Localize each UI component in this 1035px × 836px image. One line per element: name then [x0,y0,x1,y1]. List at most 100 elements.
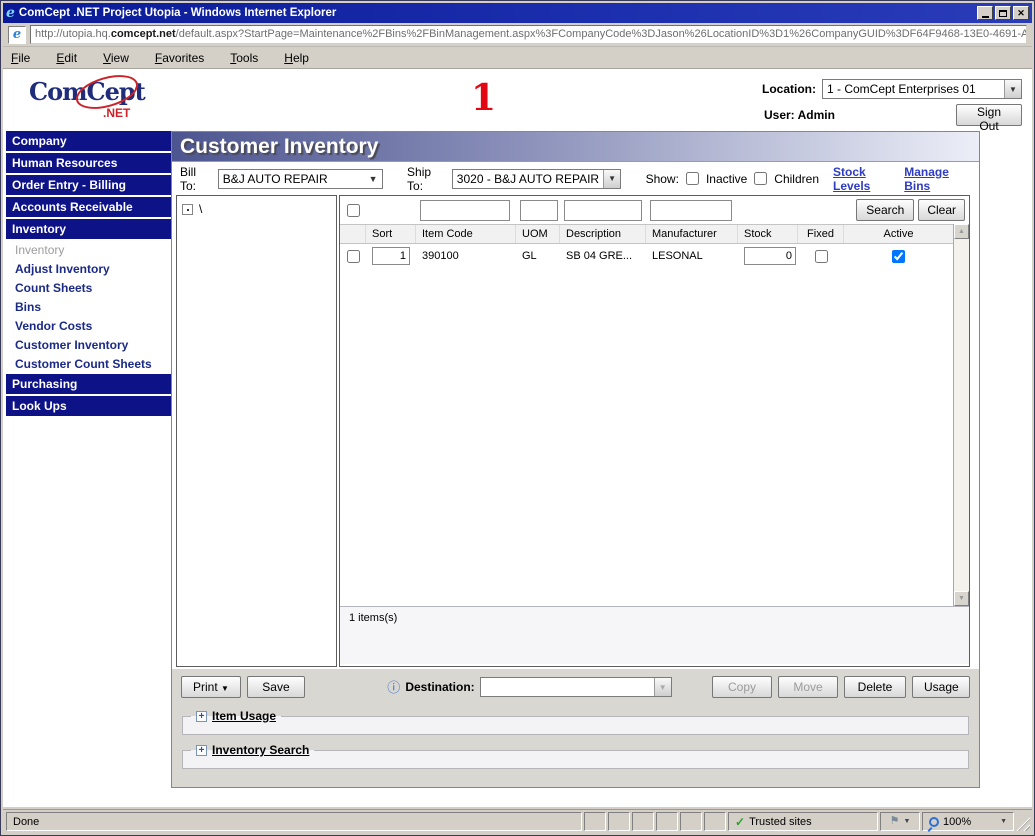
sidebar-item-look-ups[interactable]: Look Ups [6,396,171,416]
children-label: Children [774,172,819,186]
zone-flag-icon: ⚑ [890,816,900,827]
inventory-search-label[interactable]: Inventory Search [212,743,309,757]
description-search-input[interactable] [564,200,642,221]
status-text-panel: Done [6,812,582,831]
sidebar-item-accounts-receivable[interactable]: Accounts Receivable [6,197,171,217]
protected-mode-control[interactable]: ⚑ ▼ [880,812,920,831]
destination-group: ⓘ Destination: ▼ [387,677,671,697]
chevron-down-icon: ▼ [365,170,382,188]
scroll-down-icon[interactable]: ▼ [954,591,969,606]
minimize-button[interactable] [977,6,993,20]
clear-button[interactable]: Clear [918,199,965,221]
manage-bins-link[interactable]: Manage Bins [904,165,969,193]
print-button[interactable]: Print ▼ [181,676,241,698]
page-favicon: e [8,26,26,44]
zoom-control[interactable]: 100% ▼ [922,812,1014,831]
usage-button[interactable]: Usage [912,676,970,698]
ship-to-label: Ship To: [407,165,445,193]
column-stock: Stock [738,225,798,243]
children-checkbox[interactable] [754,172,767,185]
trusted-sites-label: Trusted sites [749,816,812,828]
info-icon: ⓘ [387,681,400,694]
menu-tools[interactable]: Tools [230,51,258,65]
sidebar-item-customer-inventory[interactable]: Customer Inventory [6,336,171,355]
item-usage-section: + Item Usage [182,709,969,735]
print-dropdown-icon: ▼ [221,684,229,693]
resize-grip[interactable] [1016,817,1030,831]
url-input[interactable]: http://utopia.hq.comcept.net/default.asp… [30,25,1027,44]
stock-levels-link[interactable]: Stock Levels [833,165,897,193]
table-row[interactable]: 390100 GL SB 04 GRE... LESONAL [340,244,953,268]
inventory-search-section: + Inventory Search [182,743,969,769]
page-content: ComCept .NET 1 Location: 1 - ComCept Ent… [3,69,1032,807]
manufacturer-search-input[interactable] [650,200,732,221]
menu-edit[interactable]: Edit [56,51,77,65]
delete-button[interactable]: Delete [844,676,906,698]
save-button[interactable]: Save [247,676,305,698]
menu-favorites[interactable]: Favorites [155,51,204,65]
inactive-checkbox[interactable] [686,172,699,185]
chevron-down-icon: ▼ [603,170,620,188]
item-usage-label[interactable]: Item Usage [212,709,276,723]
select-all-checkbox[interactable] [347,204,360,217]
chevron-down-icon: ▼ [1004,80,1021,98]
item-code-search-input[interactable] [420,200,510,221]
active-checkbox[interactable] [892,250,905,263]
uom-cell: GL [516,250,560,262]
location-label: Location: [762,82,816,96]
sidebar-item-customer-count-sheets[interactable]: Customer Count Sheets [6,355,171,374]
chevron-down-icon: ▼ [903,818,910,825]
sidebar-item-order-entry-billing[interactable]: Order Entry - Billing [6,175,171,195]
url-domain: comcept.net [111,28,176,40]
vertical-scrollbar[interactable]: ▲ ▼ [953,224,969,606]
expand-plus-icon[interactable]: + [196,745,207,756]
bin-tree-panel: \ [176,195,337,667]
menu-help[interactable]: Help [284,51,309,65]
sidebar-item-company[interactable]: Company [6,131,171,151]
bill-to-select[interactable]: B&J AUTO REPAIR ▼ [218,169,383,189]
status-segment [608,812,630,831]
status-segment [584,812,606,831]
destination-label: Destination: [405,680,474,694]
close-button[interactable]: ✕ [1013,6,1029,20]
action-row: Print ▼ Save ⓘ Destination: ▼ Copy Move [172,669,979,705]
sidebar-item-human-resources[interactable]: Human Resources [6,153,171,173]
menu-view[interactable]: View [103,51,129,65]
fixed-checkbox[interactable] [815,250,828,263]
sidebar-item-adjust-inventory[interactable]: Adjust Inventory [6,260,171,279]
expand-plus-icon[interactable]: + [196,711,207,722]
sidebar-item-vendor-costs[interactable]: Vendor Costs [6,317,171,336]
sort-input[interactable] [372,247,410,265]
column-active: Active [844,225,953,243]
sidebar-item-purchasing[interactable]: Purchasing [6,374,171,394]
grid-empty-body [340,268,969,606]
row-select-checkbox[interactable] [347,250,360,263]
chevron-down-icon: ▼ [654,678,671,696]
tree-root-node[interactable]: \ [182,202,331,216]
maximize-button[interactable] [995,6,1011,20]
scroll-up-icon[interactable]: ▲ [954,224,969,239]
status-segment [632,812,654,831]
stock-input[interactable] [744,247,796,265]
sidebar-item-bins[interactable]: Bins [6,298,171,317]
sidebar-item-count-sheets[interactable]: Count Sheets [6,279,171,298]
sign-out-button[interactable]: Sign Out [956,104,1022,126]
uom-search-input[interactable] [520,200,558,221]
bill-to-label: Bill To: [180,165,211,193]
tree-expand-icon[interactable] [182,204,193,215]
destination-select[interactable]: ▼ [480,677,672,697]
sidebar-item-inventory[interactable]: Inventory [6,219,171,239]
search-button[interactable]: Search [856,199,914,221]
sidebar-nav: Company Human Resources Order Entry - Bi… [6,131,171,418]
url-path: /default.aspx?StartPage=Maintenance%2FBi… [176,28,1027,40]
user-value: Admin [798,108,835,122]
zoom-level: 100% [943,816,971,828]
logo-net-text: .NET [103,106,130,120]
chevron-down-icon: ▼ [1000,818,1007,825]
menu-bar: File Edit View Favorites Tools Help [3,47,1032,69]
location-select[interactable]: 1 - ComCept Enterprises 01 ▼ [822,79,1022,99]
grid-zone: \ Search Clear [172,195,979,669]
grid-footer: 1 items(s) [340,606,969,664]
menu-file[interactable]: File [11,51,30,65]
ship-to-select[interactable]: 3020 - B&J AUTO REPAIR ▼ [452,169,621,189]
